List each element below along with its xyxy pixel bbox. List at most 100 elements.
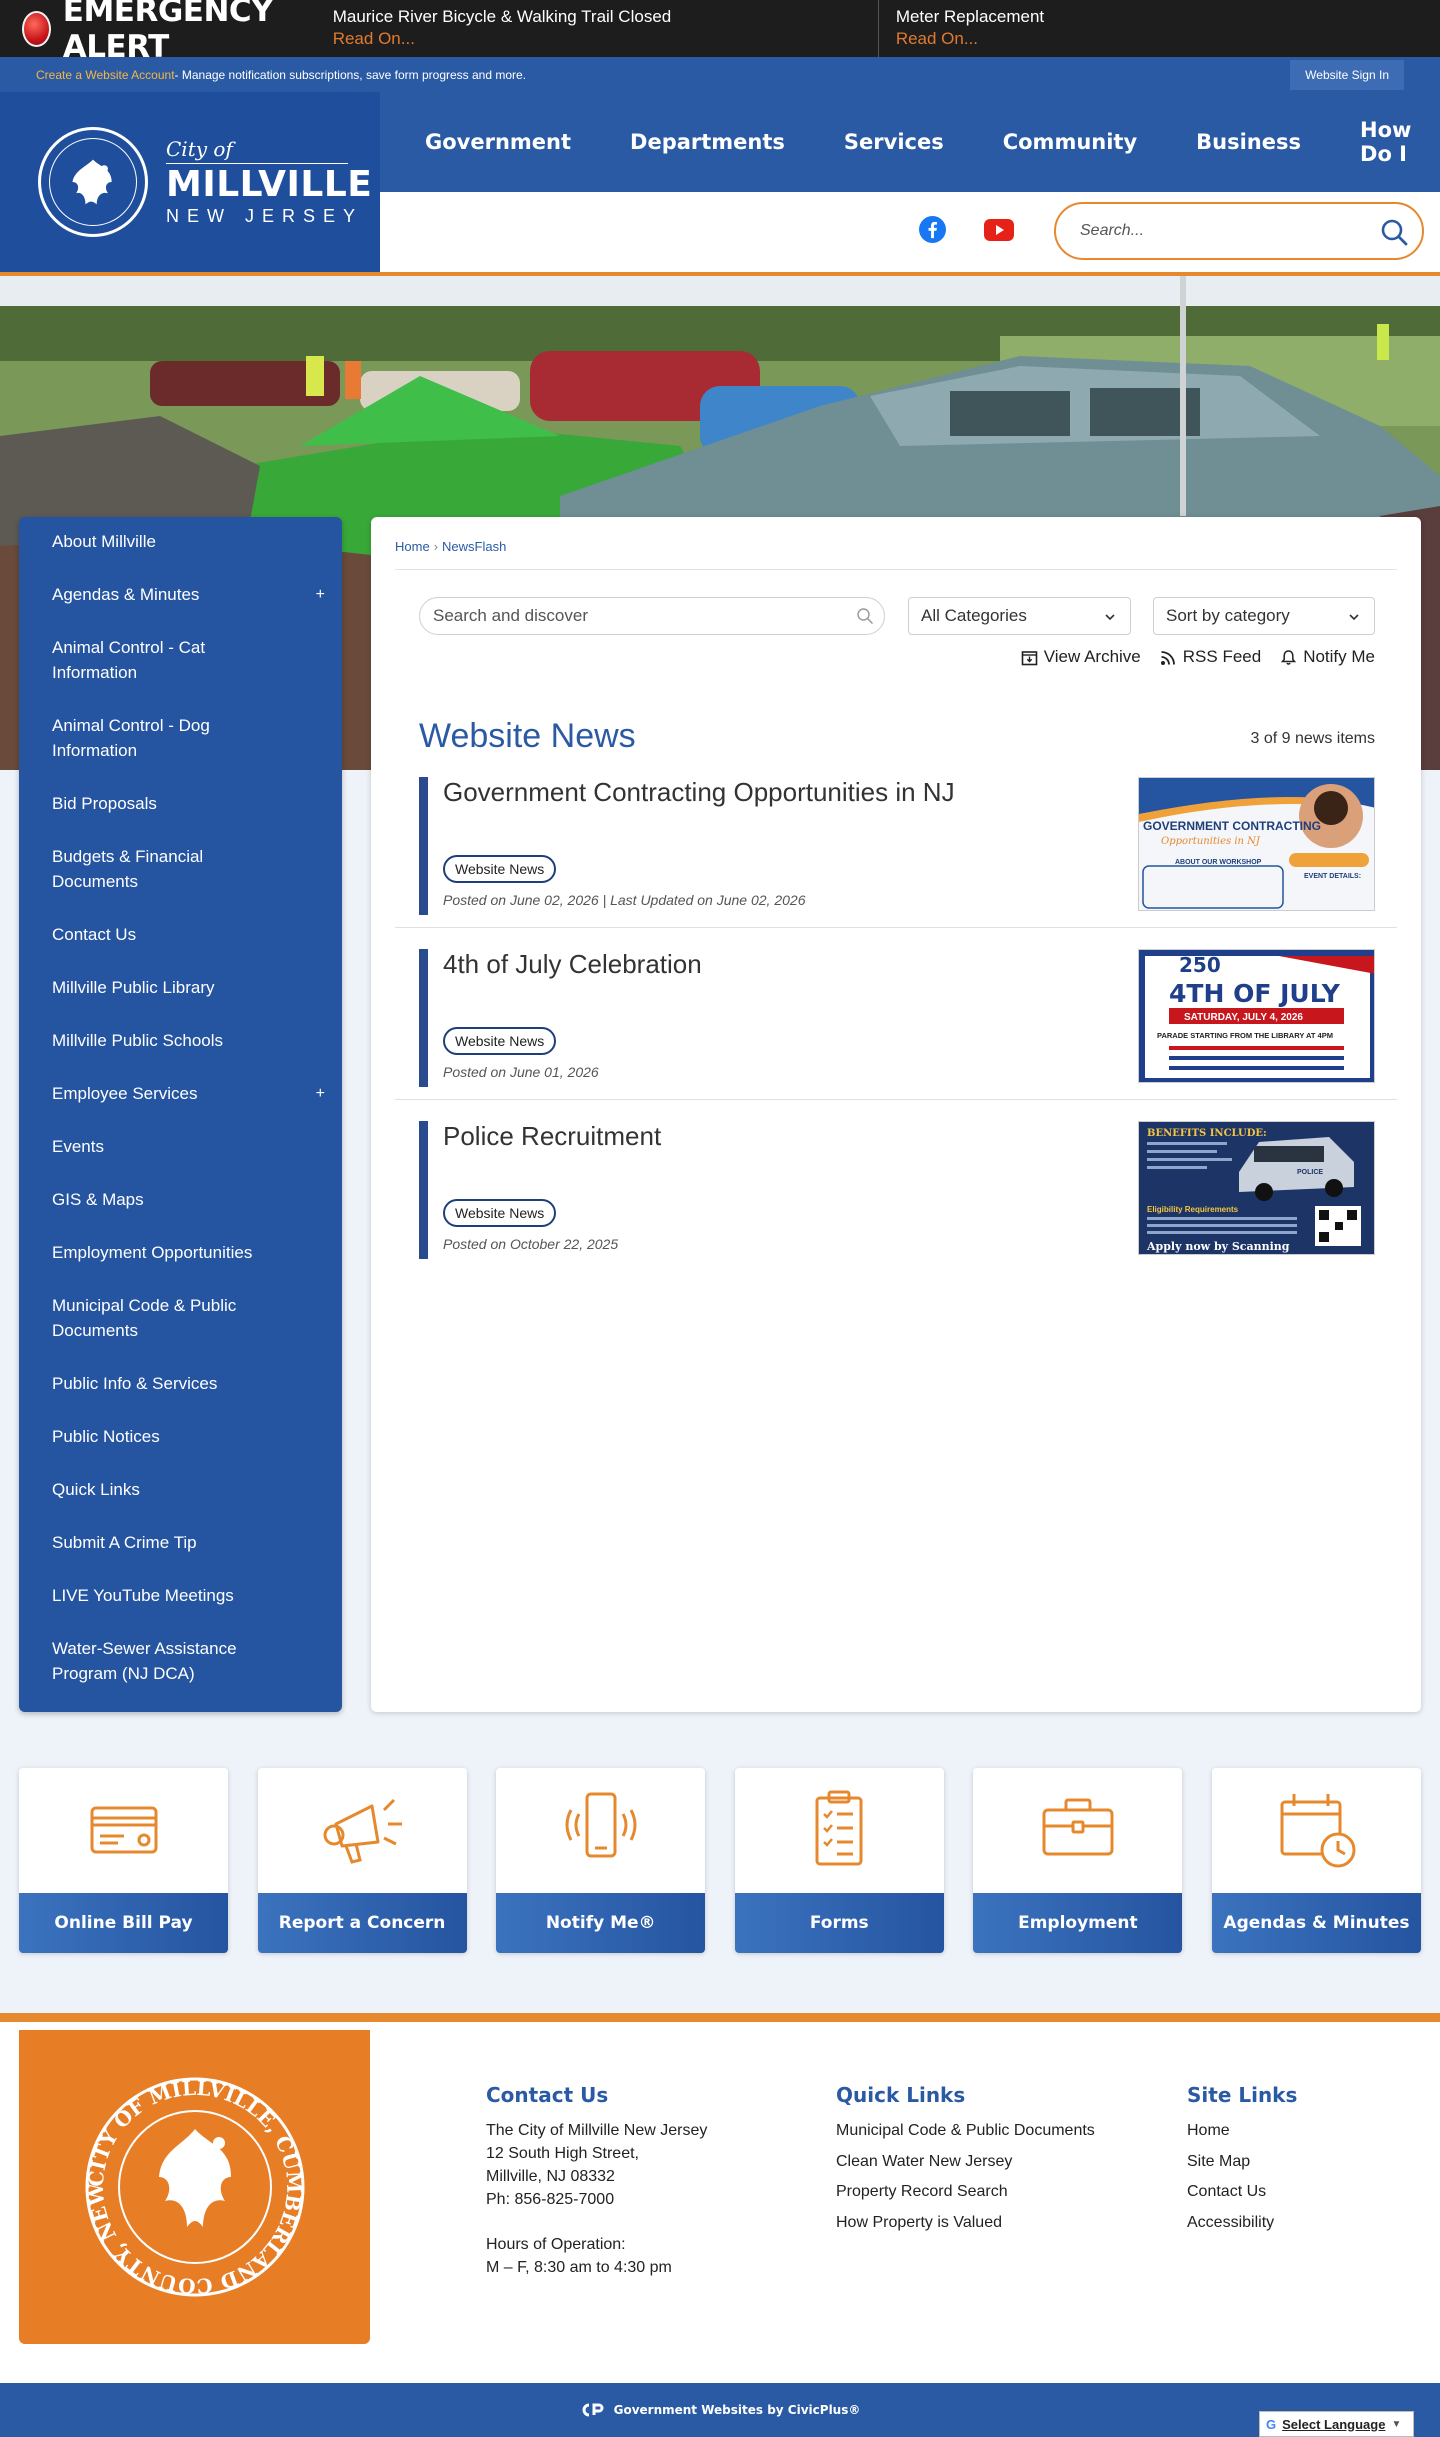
bottom-bar: Government Websites by CivicPlus® G Sele… xyxy=(0,2383,1440,2437)
news-item-divider xyxy=(395,927,1397,928)
news-thumbnail[interactable]: 250 4TH OF JULY SATURDAY, JULY 4, 2026 P… xyxy=(1138,949,1375,1083)
tile-online-bill-pay[interactable]: Online Bill Pay xyxy=(19,1768,228,1953)
sidebar-item-public-library[interactable]: Millville Public Library xyxy=(19,975,342,1000)
sidebar-item-public-schools[interactable]: Millville Public Schools xyxy=(19,1028,342,1053)
site-search-input[interactable] xyxy=(1080,222,1360,240)
create-account-link[interactable]: Create a Website Account xyxy=(36,68,175,82)
briefcase-icon xyxy=(1042,1798,1114,1856)
sidebar-item-public-info[interactable]: Public Info & Services xyxy=(19,1371,342,1396)
sidebar-item-employee-services[interactable]: Employee Services + xyxy=(19,1081,342,1106)
breadcrumb-current[interactable]: NewsFlash xyxy=(442,539,506,554)
sidebar-item-budgets[interactable]: Budgets & Financial Documents xyxy=(19,844,342,894)
news-search-input[interactable] xyxy=(433,606,833,626)
fourth-of-july-flyer-image: 250 4TH OF JULY SATURDAY, JULY 4, 2026 P… xyxy=(1139,950,1374,1082)
civicplus-logo-icon xyxy=(582,2403,604,2417)
news-toolbar: View Archive RSS Feed Notify Me xyxy=(1002,647,1375,667)
footer-phone: Ph: 856-825-7000 xyxy=(486,2191,615,2208)
thumb-text-3: ABOUT OUR WORKSHOP xyxy=(1175,859,1262,866)
alert-read-on-link[interactable]: Read On... xyxy=(896,28,1423,50)
sidebar-item-bid-proposals[interactable]: Bid Proposals xyxy=(19,791,342,816)
phone-notify-icon xyxy=(565,1792,637,1858)
sidebar-item-agendas-minutes[interactable]: Agendas & Minutes + xyxy=(19,582,342,607)
sidebar-item-youtube-meetings[interactable]: LIVE YouTube Meetings xyxy=(19,1583,342,1608)
view-archive-link[interactable]: View Archive xyxy=(1021,647,1141,667)
sidebar-item-events[interactable]: Events xyxy=(19,1134,342,1159)
footer-link[interactable]: Site Map xyxy=(1187,2150,1297,2173)
site-footer: CITY OF MILLVILLE, CUMBERLAND COUNTY, NE… xyxy=(0,2013,1440,2383)
notify-me-link[interactable]: Notify Me xyxy=(1280,647,1375,667)
sidebar-item-municipal-code[interactable]: Municipal Code & Public Documents xyxy=(19,1293,342,1343)
alert-item-meter[interactable]: Meter Replacement Read On... xyxy=(877,0,1440,57)
nav-services[interactable]: Services xyxy=(844,130,944,154)
news-item: 4th of July Celebration Website News Pos… xyxy=(395,949,1397,1100)
tile-forms[interactable]: Forms xyxy=(734,1768,944,1953)
sidebar-item-contact-us[interactable]: Contact Us xyxy=(19,922,342,947)
logo-city-of: City of xyxy=(166,137,348,164)
language-select[interactable]: G Select Language ▼ xyxy=(1259,2411,1414,2437)
nav-business[interactable]: Business xyxy=(1196,130,1301,154)
thumb-text-3: SATURDAY, JULY 4, 2026 xyxy=(1184,1012,1303,1023)
youtube-icon[interactable] xyxy=(984,219,1014,241)
site-search[interactable] xyxy=(1054,202,1424,260)
civicplus-credit-link[interactable]: Government Websites by CivicPlus® xyxy=(614,2403,861,2417)
sidebar-item-employment[interactable]: Employment Opportunities xyxy=(19,1240,342,1265)
thumb-text-3: Apply now by Scanning xyxy=(1146,1240,1290,1253)
news-item-title[interactable]: 4th of July Celebration xyxy=(443,949,702,980)
footer-link[interactable]: Clean Water New Jersey xyxy=(836,2150,1095,2173)
logo-wordmark: City of MILLVILLE NEW JERSEY xyxy=(166,137,372,227)
footer-quick-links-heading: Quick Links xyxy=(836,2083,966,2107)
news-search[interactable] xyxy=(419,597,885,635)
tile-agendas-minutes[interactable]: Agendas & Minutes xyxy=(1211,1768,1421,1953)
sidebar-item-quick-links[interactable]: Quick Links xyxy=(19,1477,342,1502)
footer-link[interactable]: Home xyxy=(1187,2119,1297,2142)
tile-notify-me[interactable]: Notify Me® xyxy=(496,1768,706,1953)
search-icon[interactable] xyxy=(1380,218,1408,246)
tile-employment[interactable]: Employment xyxy=(973,1768,1183,1953)
nav-community[interactable]: Community xyxy=(1003,130,1137,154)
tile-label: Forms xyxy=(734,1893,944,1953)
alert-item-trail[interactable]: Maurice River Bicycle & Walking Trail Cl… xyxy=(316,0,878,57)
category-select[interactable]: All Categories xyxy=(908,597,1131,635)
tile-report-concern[interactable]: Report a Concern xyxy=(257,1768,467,1953)
nav-departments[interactable]: Departments xyxy=(630,130,785,154)
account-description: - Manage notification subscriptions, sav… xyxy=(174,67,527,82)
website-sign-in-button[interactable]: Website Sign In xyxy=(1290,60,1404,90)
rss-feed-link[interactable]: RSS Feed xyxy=(1160,647,1261,667)
facebook-icon[interactable] xyxy=(919,216,946,243)
news-thumbnail[interactable]: BENEFITS INCLUDE: POLICE Eligibility Req… xyxy=(1138,1121,1375,1255)
search-icon[interactable] xyxy=(856,607,874,625)
emergency-alert-title: EMERGENCY ALERT xyxy=(62,0,274,65)
sort-select[interactable]: Sort by category xyxy=(1153,597,1375,635)
sidebar-item-label: Millville Public Library xyxy=(52,978,215,997)
footer-link[interactable]: Property Record Search xyxy=(836,2180,1095,2203)
footer-link[interactable]: Contact Us xyxy=(1187,2180,1297,2203)
breadcrumb-home[interactable]: Home xyxy=(395,539,430,554)
footer-address-line: Millville, NJ 08332 xyxy=(486,2168,615,2185)
city-logo[interactable]: City of MILLVILLE NEW JERSEY xyxy=(0,92,380,272)
nav-how-do-i[interactable]: How Do I xyxy=(1360,118,1440,166)
sidebar-item-water-sewer[interactable]: Water-Sewer Assistance Program (NJ DCA) xyxy=(19,1636,342,1686)
sidebar-item-about-millville[interactable]: About Millville xyxy=(19,529,342,554)
sidebar-item-animal-control-cat[interactable]: Animal Control - Cat Information xyxy=(19,635,342,685)
footer-link[interactable]: Municipal Code & Public Documents xyxy=(836,2119,1095,2142)
sidebar-item-label: Animal Control - Cat Information xyxy=(52,638,206,682)
thumb-text-1: 250 xyxy=(1179,953,1221,977)
news-item-title[interactable]: Police Recruitment xyxy=(443,1121,661,1152)
sidebar-item-public-notices[interactable]: Public Notices xyxy=(19,1424,342,1449)
sidebar-item-crime-tip[interactable]: Submit A Crime Tip xyxy=(19,1530,342,1555)
footer-link[interactable]: Accessibility xyxy=(1187,2211,1297,2234)
news-category-tag[interactable]: Website News xyxy=(443,1027,557,1055)
news-item-title[interactable]: Government Contracting Opportunities in … xyxy=(443,777,955,808)
sidebar-item-gis-maps[interactable]: GIS & Maps xyxy=(19,1187,342,1212)
news-thumbnail[interactable]: GOVERNMENT CONTRACTING Opportunities in … xyxy=(1138,777,1375,911)
news-category-tag[interactable]: Website News xyxy=(443,855,557,883)
emergency-alert-bar: EMERGENCY ALERT Maurice River Bicycle & … xyxy=(0,0,1440,65)
expand-plus-icon[interactable]: + xyxy=(316,582,325,607)
footer-address-line: 12 South High Street, xyxy=(486,2145,639,2162)
footer-link[interactable]: How Property is Valued xyxy=(836,2211,1095,2234)
expand-plus-icon[interactable]: + xyxy=(316,1081,325,1106)
alert-read-on-link[interactable]: Read On... xyxy=(333,28,861,50)
nav-government[interactable]: Government xyxy=(425,130,571,154)
sidebar-item-animal-control-dog[interactable]: Animal Control - Dog Information xyxy=(19,713,342,763)
news-category-tag[interactable]: Website News xyxy=(443,1199,557,1227)
